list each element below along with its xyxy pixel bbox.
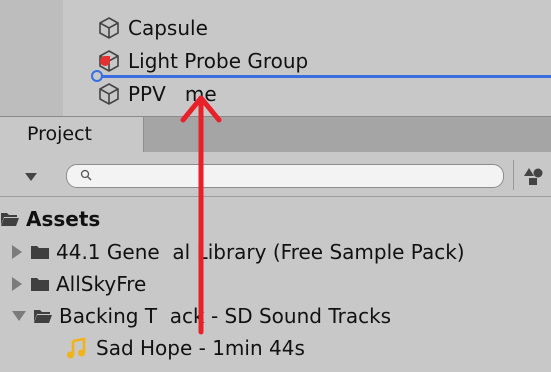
hierarchy-item-label: Light Probe Group xyxy=(128,49,309,73)
tab-project[interactable]: Project xyxy=(0,117,144,154)
search-input[interactable] xyxy=(66,164,504,188)
folder-icon xyxy=(31,246,49,259)
tree-item-label: 44.1 Gene al Library (Free Sample Pack) xyxy=(56,240,465,264)
tree-item-sad-hope[interactable]: Sad Hope - 1min 44s xyxy=(66,332,305,364)
hierarchy-indent-gutter xyxy=(0,0,63,116)
cube-icon xyxy=(99,17,119,39)
hierarchy-panel: Capsule Light Probe Group PPV me xyxy=(0,0,551,116)
tree-item-label: Sad Hope - 1min 44s xyxy=(96,336,305,360)
tree-item-assets[interactable]: Assets xyxy=(0,203,100,235)
folder-open-icon xyxy=(34,310,52,323)
toolbar-divider xyxy=(513,160,514,190)
cube-icon xyxy=(99,83,119,105)
music-note-icon xyxy=(67,337,86,359)
project-toolbar xyxy=(0,152,551,197)
create-dropdown-arrow-icon[interactable] xyxy=(25,173,37,181)
tree-item-backing-track[interactable]: Backing T ack - SD Sound Tracks xyxy=(12,300,391,332)
prefab-override-indicator xyxy=(100,56,110,66)
tree-item-label: Assets xyxy=(26,207,101,231)
search-icon xyxy=(80,169,92,181)
hierarchy-item-capsule[interactable]: Capsule xyxy=(96,13,208,43)
hierarchy-item-ppv-volume[interactable]: PPV me xyxy=(96,79,217,109)
project-tab-bar: Project xyxy=(0,116,551,154)
project-tree: Assets 44.1 Gene al Library (Free Sample… xyxy=(0,197,551,372)
tree-item-general-library[interactable]: 44.1 Gene al Library (Free Sample Pack) xyxy=(12,236,465,268)
expand-arrow-icon[interactable] xyxy=(12,245,22,259)
hierarchy-item-label: Capsule xyxy=(128,16,208,40)
drop-insertion-line xyxy=(96,75,551,78)
tree-item-label: Backing T ack - SD Sound Tracks xyxy=(59,304,392,328)
hierarchy-item-light-probe-group[interactable]: Light Probe Group xyxy=(96,46,308,76)
collapse-arrow-icon[interactable] xyxy=(12,311,26,321)
tree-item-label: AllSkyFre xyxy=(56,272,147,296)
tab-project-label: Project xyxy=(27,123,93,145)
filter-by-type-icon[interactable] xyxy=(523,166,545,186)
hierarchy-item-label: PPV me xyxy=(128,82,217,106)
folder-icon xyxy=(31,278,49,291)
expand-arrow-icon[interactable] xyxy=(12,277,22,291)
folder-open-icon xyxy=(1,213,19,226)
tree-item-allskyfree[interactable]: AllSkyFre xyxy=(12,268,146,300)
